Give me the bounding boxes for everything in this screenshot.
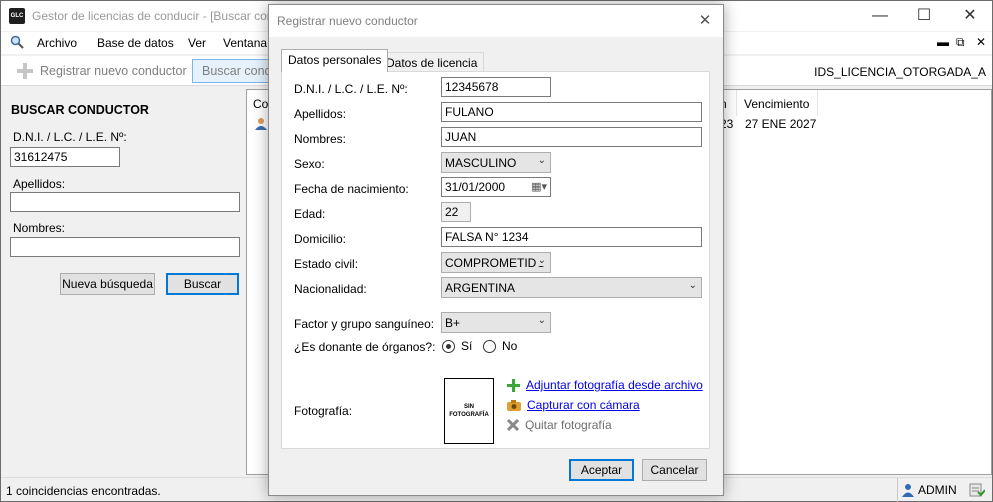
- attach-photo-link[interactable]: Adjuntar fotografía desde archivo: [507, 378, 703, 392]
- donante-si-radio[interactable]: Sí: [442, 339, 472, 353]
- new-search-button[interactable]: Nueva búsqueda: [60, 273, 155, 295]
- radio-selected-icon: [442, 339, 455, 353]
- photo-placeholder-line2: FOTOGRAFÍA: [449, 412, 489, 418]
- sangre-label: Factor y grupo sanguíneo:: [294, 317, 435, 331]
- calendar-icon[interactable]: ▦▾: [531, 180, 547, 193]
- nombres-input[interactable]: [10, 237, 240, 257]
- menu-ventana[interactable]: Ventana: [223, 36, 267, 50]
- accept-button[interactable]: Aceptar: [569, 459, 634, 481]
- chevron-down-icon: ⌄: [688, 280, 697, 291]
- column-header-vencimiento[interactable]: Vencimiento: [738, 90, 818, 116]
- datos-personales-panel: D.N.I. / L.C. / L.E. Nº: 12345678 Apelli…: [281, 71, 710, 449]
- mdi-restore-icon[interactable]: ⧉: [956, 35, 965, 50]
- search-panel-title: BUSCAR CONDUCTOR: [11, 103, 149, 117]
- cancel-button[interactable]: Cancelar: [642, 459, 707, 481]
- fecha-input[interactable]: 31/01/2000 ▦▾: [441, 177, 551, 197]
- foto-label: Fotografía:: [294, 404, 353, 418]
- menu-archivo[interactable]: Archivo: [37, 36, 77, 50]
- nacionalidad-value: ARGENTINA: [445, 281, 516, 295]
- tab-datos-personales[interactable]: Datos personales: [281, 49, 389, 72]
- database-icon: [969, 483, 985, 497]
- user-icon: [902, 484, 914, 497]
- search-driver-label: Buscar conductor: [202, 64, 272, 78]
- apellidos-label: Apellidos:: [294, 107, 347, 121]
- nombres-label: Nombres:: [13, 221, 66, 235]
- donante-no-label: No: [502, 339, 518, 353]
- remove-photo-link: Quitar fotografía: [507, 418, 612, 432]
- search-panel: BUSCAR CONDUCTOR D.N.I. / L.C. / L.E. Nº…: [1, 87, 246, 477]
- estado-civil-select[interactable]: COMPROMETIDO ⌄: [441, 252, 551, 273]
- camera-icon: [507, 400, 521, 411]
- capture-camera-label: Capturar con cámara: [527, 398, 640, 412]
- radio-unselected-icon: [483, 339, 496, 353]
- donante-si-label: Sí: [461, 339, 473, 353]
- mdi-minimize-icon[interactable]: ▬: [937, 35, 949, 49]
- photo-placeholder: SIN FOTOGRAFÍA: [444, 378, 494, 444]
- register-driver-button[interactable]: Registrar nuevo conductor: [11, 59, 191, 83]
- chevron-down-icon: ⌄: [535, 255, 546, 266]
- minimize-icon[interactable]: —: [857, 1, 903, 31]
- maximize-icon[interactable]: ☐: [901, 1, 947, 31]
- sexo-value: MASCULINO: [445, 156, 517, 170]
- estado-civil-label: Estado civil:: [294, 257, 359, 271]
- apellidos-label: Apellidos:: [13, 177, 66, 191]
- fecha-value: 31/01/2000: [445, 180, 506, 194]
- photo-placeholder-line1: SIN: [463, 404, 474, 410]
- estado-civil-value: COMPROMETIDO: [445, 256, 546, 270]
- nacionalidad-select[interactable]: ARGENTINA ⌄: [441, 277, 702, 298]
- menu-base-de-datos[interactable]: Base de datos: [97, 36, 174, 50]
- driver-avatar-icon: [254, 117, 268, 134]
- search-driver-button[interactable]: Buscar conductor: [192, 59, 272, 83]
- domicilio-label: Domicilio:: [294, 232, 347, 246]
- cell-vencimiento[interactable]: 27 ENE 2027: [745, 117, 816, 131]
- mdi-close-icon[interactable]: ✕: [976, 35, 986, 49]
- donante-label: ¿Es donante de órganos?:: [294, 340, 436, 354]
- search-icon[interactable]: [10, 35, 24, 52]
- tab-datos-licencia[interactable]: Datos de licencia: [379, 52, 485, 72]
- app-logo-icon: GLC: [9, 8, 25, 24]
- attach-photo-label: Adjuntar fotografía desde archivo: [526, 378, 703, 392]
- status-text: 1 coincidencias encontradas.: [6, 484, 161, 498]
- sangre-select[interactable]: B+ ⌄: [441, 312, 551, 333]
- chevron-down-icon: ⌄: [537, 315, 546, 326]
- dialog-titlebar: Registrar nuevo conductor ✕: [269, 5, 723, 37]
- license-id-label: IDS_LICENCIA_OTORGADA_A: [814, 65, 986, 79]
- remove-photo-label: Quitar fotografía: [525, 418, 612, 432]
- menu-ver[interactable]: Ver: [188, 36, 206, 50]
- status-user-name: ADMIN: [918, 483, 957, 497]
- dni-label: D.N.I. / L.C. / L.E. Nº:: [13, 130, 127, 144]
- capture-camera-link[interactable]: Capturar con cámara: [507, 398, 640, 412]
- remove-icon: [507, 419, 519, 431]
- close-icon[interactable]: ✕: [947, 1, 993, 31]
- dni-input[interactable]: 31612475: [10, 147, 120, 167]
- donante-no-radio[interactable]: No: [483, 339, 517, 353]
- domicilio-input[interactable]: FALSA N° 1234: [441, 227, 702, 247]
- fecha-label: Fecha de nacimiento:: [294, 182, 409, 196]
- register-driver-label: Registrar nuevo conductor: [40, 64, 187, 78]
- dni-label: D.N.I. / L.C. / L.E. Nº:: [294, 82, 408, 96]
- nombres-label: Nombres:: [294, 132, 347, 146]
- sexo-label: Sexo:: [294, 157, 325, 171]
- dialog-title: Registrar nuevo conductor: [277, 14, 418, 28]
- apellidos-input[interactable]: FULANO: [441, 102, 702, 122]
- sexo-select[interactable]: MASCULINO ⌄: [441, 152, 551, 173]
- register-driver-dialog: Registrar nuevo conductor ✕ Datos person…: [268, 4, 724, 496]
- status-user: ADMIN: [897, 478, 985, 502]
- edad-input: 22: [441, 202, 471, 222]
- search-button[interactable]: Buscar: [166, 273, 239, 295]
- dni-input[interactable]: 12345678: [441, 77, 551, 97]
- add-icon: [507, 378, 520, 392]
- apellidos-input[interactable]: [10, 192, 240, 212]
- add-icon: [17, 63, 33, 79]
- chevron-down-icon: ⌄: [537, 155, 546, 166]
- nombres-input[interactable]: JUAN: [441, 127, 702, 147]
- close-icon[interactable]: ✕: [695, 11, 715, 31]
- nacionalidad-label: Nacionalidad:: [294, 282, 367, 296]
- edad-label: Edad:: [294, 207, 326, 221]
- sangre-value: B+: [445, 316, 461, 330]
